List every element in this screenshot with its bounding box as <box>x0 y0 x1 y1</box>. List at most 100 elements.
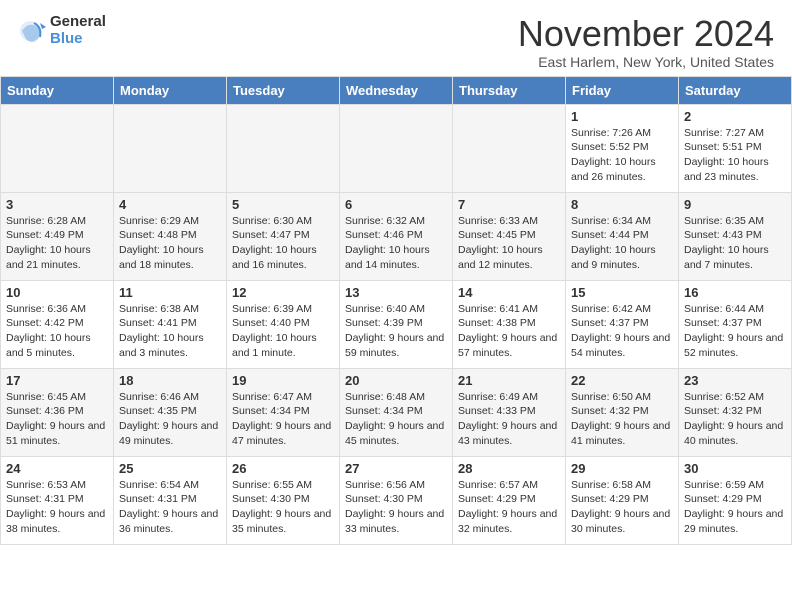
calendar-cell: 19 Sunrise: 6:47 AM Sunset: 4:34 PM Dayli… <box>227 368 340 456</box>
calendar-cell: 15Sunrise: 6:42 AM Sunset: 4:37 PM Dayli… <box>566 280 679 368</box>
logo-blue: Blue <box>50 31 106 48</box>
day-number: 22 <box>571 373 673 388</box>
day-number: 14 <box>458 285 560 300</box>
day-info: Sunrise: 6:29 AM Sunset: 4:48 PM Dayligh… <box>119 214 221 273</box>
calendar-cell <box>114 104 227 192</box>
day-number: 13 <box>345 285 447 300</box>
day-info: Sunrise: 6:49 AM Sunset: 4:33 PM Dayligh… <box>458 390 560 449</box>
day-number: 28 <box>458 461 560 476</box>
calendar-cell: 8 Sunrise: 6:34 AM Sunset: 4:44 PM Daylig… <box>566 192 679 280</box>
day-info: Sunrise: 6:55 AM Sunset: 4:30 PM Dayligh… <box>232 478 334 537</box>
day-info: Sunrise: 6:56 AM Sunset: 4:30 PM Dayligh… <box>345 478 447 537</box>
calendar-cell: 21Sunrise: 6:49 AM Sunset: 4:33 PM Dayli… <box>453 368 566 456</box>
calendar-table: SundayMondayTuesdayWednesdayThursdayFrid… <box>0 76 792 545</box>
calendar-week-row: 3Sunrise: 6:28 AM Sunset: 4:49 PM Daylig… <box>1 192 792 280</box>
calendar-cell: 9 Sunrise: 6:35 AM Sunset: 4:43 PM Daylig… <box>679 192 792 280</box>
day-info: Sunrise: 6:40 AM Sunset: 4:39 PM Dayligh… <box>345 302 447 361</box>
day-info: Sunrise: 6:36 AM Sunset: 4:42 PM Dayligh… <box>6 302 108 361</box>
calendar-cell: 1Sunrise: 7:26 AM Sunset: 5:52 PM Daylig… <box>566 104 679 192</box>
day-info: Sunrise: 6:58 AM Sunset: 4:29 PM Dayligh… <box>571 478 673 537</box>
page-header: General Blue November 2024 East Harlem, … <box>0 0 792 76</box>
calendar-cell: 2 Sunrise: 7:27 AM Sunset: 5:51 PM Daylig… <box>679 104 792 192</box>
day-number: 7 <box>458 197 560 212</box>
calendar-cell <box>340 104 453 192</box>
calendar-cell: 10 Sunrise: 6:36 AM Sunset: 4:42 PM Dayli… <box>1 280 114 368</box>
day-number: 11 <box>119 285 221 300</box>
day-info: Sunrise: 6:45 AM Sunset: 4:36 PM Dayligh… <box>6 390 108 449</box>
weekday-header: Friday <box>566 76 679 104</box>
calendar-week-row: 1Sunrise: 7:26 AM Sunset: 5:52 PM Daylig… <box>1 104 792 192</box>
day-info: Sunrise: 6:44 AM Sunset: 4:37 PM Dayligh… <box>684 302 786 361</box>
day-info: Sunrise: 6:35 AM Sunset: 4:43 PM Dayligh… <box>684 214 786 273</box>
calendar-week-row: 17 Sunrise: 6:45 AM Sunset: 4:36 PM Dayli… <box>1 368 792 456</box>
day-info: Sunrise: 6:28 AM Sunset: 4:49 PM Dayligh… <box>6 214 108 273</box>
day-info: Sunrise: 6:32 AM Sunset: 4:46 PM Dayligh… <box>345 214 447 273</box>
calendar-cell: 29 Sunrise: 6:58 AM Sunset: 4:29 PM Dayli… <box>566 456 679 544</box>
calendar-cell <box>1 104 114 192</box>
day-number: 6 <box>345 197 447 212</box>
day-info: Sunrise: 6:33 AM Sunset: 4:45 PM Dayligh… <box>458 214 560 273</box>
weekday-header: Thursday <box>453 76 566 104</box>
day-info: Sunrise: 6:48 AM Sunset: 4:34 PM Dayligh… <box>345 390 447 449</box>
day-info: Sunrise: 6:47 AM Sunset: 4:34 PM Dayligh… <box>232 390 334 449</box>
calendar-cell: 30 Sunrise: 6:59 AM Sunset: 4:29 PM Dayli… <box>679 456 792 544</box>
calendar-cell: 7 Sunrise: 6:33 AM Sunset: 4:45 PM Daylig… <box>453 192 566 280</box>
day-number: 2 <box>684 109 786 124</box>
calendar-cell: 22 Sunrise: 6:50 AM Sunset: 4:32 PM Dayli… <box>566 368 679 456</box>
month-title: November 2024 <box>518 14 774 54</box>
calendar-cell: 27 Sunrise: 6:56 AM Sunset: 4:30 PM Dayli… <box>340 456 453 544</box>
calendar-cell: 24Sunrise: 6:53 AM Sunset: 4:31 PM Dayli… <box>1 456 114 544</box>
day-number: 26 <box>232 461 334 476</box>
calendar-cell: 11 Sunrise: 6:38 AM Sunset: 4:41 PM Dayli… <box>114 280 227 368</box>
day-number: 17 <box>6 373 108 388</box>
weekday-header: Wednesday <box>340 76 453 104</box>
day-number: 8 <box>571 197 673 212</box>
logo-text: General Blue <box>50 14 106 47</box>
day-number: 15 <box>571 285 673 300</box>
day-number: 12 <box>232 285 334 300</box>
weekday-header: Saturday <box>679 76 792 104</box>
day-info: Sunrise: 6:30 AM Sunset: 4:47 PM Dayligh… <box>232 214 334 273</box>
day-number: 27 <box>345 461 447 476</box>
day-number: 29 <box>571 461 673 476</box>
day-info: Sunrise: 6:57 AM Sunset: 4:29 PM Dayligh… <box>458 478 560 537</box>
calendar-cell: 6 Sunrise: 6:32 AM Sunset: 4:46 PM Daylig… <box>340 192 453 280</box>
calendar-cell: 16Sunrise: 6:44 AM Sunset: 4:37 PM Dayli… <box>679 280 792 368</box>
day-number: 19 <box>232 373 334 388</box>
calendar-cell: 17 Sunrise: 6:45 AM Sunset: 4:36 PM Dayli… <box>1 368 114 456</box>
calendar-cell: 3Sunrise: 6:28 AM Sunset: 4:49 PM Daylig… <box>1 192 114 280</box>
calendar-cell: 13 Sunrise: 6:40 AM Sunset: 4:39 PM Dayli… <box>340 280 453 368</box>
day-number: 5 <box>232 197 334 212</box>
day-number: 24 <box>6 461 108 476</box>
calendar-cell: 5 Sunrise: 6:30 AM Sunset: 4:47 PM Daylig… <box>227 192 340 280</box>
calendar-cell: 14Sunrise: 6:41 AM Sunset: 4:38 PM Dayli… <box>453 280 566 368</box>
day-info: Sunrise: 6:46 AM Sunset: 4:35 PM Dayligh… <box>119 390 221 449</box>
day-info: Sunrise: 6:50 AM Sunset: 4:32 PM Dayligh… <box>571 390 673 449</box>
day-info: Sunrise: 7:27 AM Sunset: 5:51 PM Dayligh… <box>684 126 786 185</box>
title-area: November 2024 East Harlem, New York, Uni… <box>518 14 774 70</box>
day-info: Sunrise: 6:52 AM Sunset: 4:32 PM Dayligh… <box>684 390 786 449</box>
calendar-cell: 23 Sunrise: 6:52 AM Sunset: 4:32 PM Dayli… <box>679 368 792 456</box>
calendar-cell <box>227 104 340 192</box>
day-number: 9 <box>684 197 786 212</box>
day-info: Sunrise: 6:34 AM Sunset: 4:44 PM Dayligh… <box>571 214 673 273</box>
logo-icon <box>18 17 46 45</box>
day-info: Sunrise: 7:26 AM Sunset: 5:52 PM Dayligh… <box>571 126 673 185</box>
day-number: 23 <box>684 373 786 388</box>
logo: General Blue <box>18 14 106 47</box>
calendar-cell <box>453 104 566 192</box>
day-info: Sunrise: 6:38 AM Sunset: 4:41 PM Dayligh… <box>119 302 221 361</box>
day-info: Sunrise: 6:39 AM Sunset: 4:40 PM Dayligh… <box>232 302 334 361</box>
day-number: 25 <box>119 461 221 476</box>
day-number: 20 <box>345 373 447 388</box>
calendar-cell: 26 Sunrise: 6:55 AM Sunset: 4:30 PM Dayli… <box>227 456 340 544</box>
calendar-week-row: 10 Sunrise: 6:36 AM Sunset: 4:42 PM Dayli… <box>1 280 792 368</box>
calendar-cell: 18Sunrise: 6:46 AM Sunset: 4:35 PM Dayli… <box>114 368 227 456</box>
day-number: 30 <box>684 461 786 476</box>
calendar-cell: 28 Sunrise: 6:57 AM Sunset: 4:29 PM Dayli… <box>453 456 566 544</box>
calendar-cell: 25Sunrise: 6:54 AM Sunset: 4:31 PM Dayli… <box>114 456 227 544</box>
weekday-header: Tuesday <box>227 76 340 104</box>
day-info: Sunrise: 6:59 AM Sunset: 4:29 PM Dayligh… <box>684 478 786 537</box>
day-number: 10 <box>6 285 108 300</box>
weekday-header: Monday <box>114 76 227 104</box>
